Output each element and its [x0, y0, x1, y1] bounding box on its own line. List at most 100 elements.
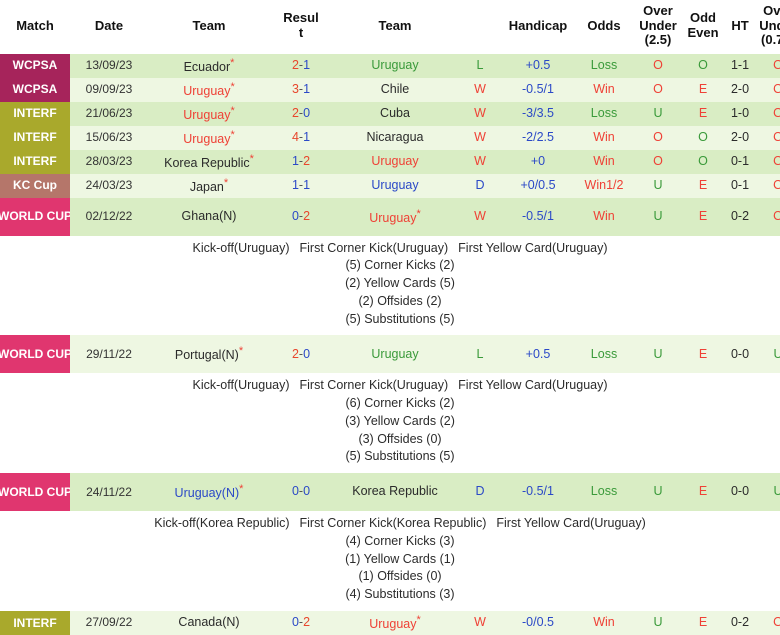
- away-team-cell[interactable]: Uruguay: [332, 173, 458, 198]
- team-name[interactable]: Korea Republic: [164, 156, 249, 170]
- match-history-table: Match Date Team Resul t Team Handicap Od…: [0, 0, 780, 635]
- away-team-cell[interactable]: Korea Republic: [332, 473, 458, 512]
- away-team-cell[interactable]: Nicaragua: [332, 125, 458, 150]
- match-detail-cell: Kick-off(Uruguay) First Corner Kick(Urugu…: [0, 373, 780, 474]
- table-row[interactable]: WCPSA 09/09/23 Uruguay* 3-1 Chile W -0.5/1 Win O…: [0, 77, 780, 102]
- score-cell[interactable]: 0-2: [270, 197, 332, 236]
- table-row[interactable]: INTERF 15/06/23 Uruguay* 4-1 Nicaragua W -2/2.…: [0, 125, 780, 150]
- league-cell[interactable]: WCPSA: [0, 53, 70, 78]
- table-row[interactable]: KC Cup 24/03/23 Japan* 1-1 Uruguay D +0/0.5 Win…: [0, 173, 780, 198]
- odds-result: Win: [574, 610, 634, 635]
- league-badge[interactable]: INTERF: [0, 101, 70, 126]
- team-name[interactable]: Uruguay: [371, 58, 418, 72]
- league-cell[interactable]: WORLD CUP: [0, 335, 70, 374]
- team-name[interactable]: Ecuador: [184, 60, 231, 74]
- home-team-cell[interactable]: Japan*: [148, 173, 270, 198]
- league-badge[interactable]: WORLD CUP: [0, 197, 70, 236]
- league-cell[interactable]: INTERF: [0, 101, 70, 126]
- league-cell[interactable]: WCPSA: [0, 77, 70, 102]
- away-team-cell[interactable]: Uruguay*: [332, 610, 458, 635]
- team-star-marker: *: [249, 152, 254, 165]
- table-row[interactable]: INTERF 27/09/22 Canada(N) 0-2 Uruguay* W -0/0.…: [0, 610, 780, 635]
- league-cell[interactable]: WORLD CUP: [0, 473, 70, 512]
- over-under-075-value: U: [756, 335, 780, 374]
- header-odd-even: Odd Even: [682, 0, 724, 54]
- home-team-cell[interactable]: Uruguay(N)*: [148, 473, 270, 512]
- team-name[interactable]: Cuba: [380, 106, 410, 120]
- table-row[interactable]: INTERF 28/03/23 Korea Republic* 1-2 Uruguay W…: [0, 149, 780, 174]
- home-team-cell[interactable]: Canada(N): [148, 610, 270, 635]
- league-badge[interactable]: KC Cup: [0, 173, 70, 198]
- home-team-cell[interactable]: Uruguay*: [148, 125, 270, 150]
- team-name[interactable]: Uruguay: [371, 347, 418, 361]
- table-row[interactable]: WORLD CUP 02/12/22 Ghana(N) 0-2 Uruguay* W -0.…: [0, 197, 780, 236]
- team-name[interactable]: Uruguay: [183, 132, 230, 146]
- table-row[interactable]: WCPSA 13/09/23 Ecuador* 2-1 Uruguay L +0.5 Loss…: [0, 53, 780, 78]
- home-team-cell[interactable]: Ecuador*: [148, 53, 270, 78]
- team-name[interactable]: Uruguay: [369, 211, 416, 225]
- result-letter: L: [458, 335, 502, 374]
- match-detail-block: Kick-off(Korea Republic) First Corner Kic…: [0, 515, 780, 604]
- team-name[interactable]: Canada(N): [178, 615, 239, 629]
- away-team-cell[interactable]: Chile: [332, 77, 458, 102]
- home-team-cell[interactable]: Ghana(N): [148, 197, 270, 236]
- detail-first-corner: First Corner Kick(Uruguay): [299, 240, 449, 255]
- score-cell[interactable]: 0-0: [270, 473, 332, 512]
- league-cell[interactable]: INTERF: [0, 610, 70, 635]
- away-team-cell[interactable]: Uruguay: [332, 149, 458, 174]
- away-team-cell[interactable]: Cuba: [332, 101, 458, 126]
- team-name[interactable]: Korea Republic: [352, 484, 437, 498]
- team-name[interactable]: Nicaragua: [367, 130, 424, 144]
- league-cell[interactable]: WORLD CUP: [0, 197, 70, 236]
- league-badge[interactable]: INTERF: [0, 125, 70, 150]
- league-badge[interactable]: WORLD CUP: [0, 473, 70, 512]
- home-score: 2: [291, 57, 299, 72]
- team-name[interactable]: Uruguay: [183, 84, 230, 98]
- league-cell[interactable]: INTERF: [0, 125, 70, 150]
- team-name[interactable]: Uruguay: [371, 178, 418, 192]
- team-name[interactable]: Uruguay: [183, 108, 230, 122]
- team-name[interactable]: Japan: [190, 180, 224, 194]
- away-score: 2: [303, 208, 311, 223]
- score-cell[interactable]: 1-2: [270, 149, 332, 174]
- score-cell[interactable]: 4-1: [270, 125, 332, 150]
- score-cell[interactable]: 2-0: [270, 335, 332, 374]
- detail-stat-line: (1) Offsides (0): [358, 569, 442, 584]
- team-name[interactable]: Uruguay: [369, 617, 416, 631]
- away-team-cell[interactable]: Uruguay: [332, 53, 458, 78]
- team-name[interactable]: Portugal(N): [175, 349, 239, 363]
- team-name[interactable]: Chile: [381, 82, 410, 96]
- detail-stat-line: (6) Corner Kicks (2): [345, 396, 455, 411]
- score-cell[interactable]: 2-1: [270, 53, 332, 78]
- away-team-cell[interactable]: Uruguay*: [332, 197, 458, 236]
- table-row[interactable]: INTERF 21/06/23 Uruguay* 2-0 Cuba W -3/3.5 Loss…: [0, 101, 780, 126]
- league-badge[interactable]: WCPSA: [0, 53, 70, 78]
- half-time-score: 1-0: [724, 101, 756, 126]
- home-team-cell[interactable]: Uruguay*: [148, 77, 270, 102]
- league-badge[interactable]: WCPSA: [0, 77, 70, 102]
- score-cell[interactable]: 1-1: [270, 173, 332, 198]
- league-badge[interactable]: INTERF: [0, 610, 70, 635]
- team-name[interactable]: Uruguay: [371, 154, 418, 168]
- league-badge[interactable]: INTERF: [0, 149, 70, 174]
- table-row[interactable]: WORLD CUP 24/11/22 Uruguay(N)* 0-0 Korea Rep…: [0, 473, 780, 512]
- league-cell[interactable]: KC Cup: [0, 173, 70, 198]
- detail-kickoff: Kick-off(Uruguay): [192, 240, 290, 255]
- match-detail-block: Kick-off(Uruguay) First Corner Kick(Urugu…: [0, 240, 780, 329]
- home-team-cell[interactable]: Uruguay*: [148, 101, 270, 126]
- team-name[interactable]: Ghana(N): [182, 209, 237, 223]
- half-time-score: 1-1: [724, 53, 756, 78]
- score-cell[interactable]: 3-1: [270, 77, 332, 102]
- team-name[interactable]: Uruguay(N): [175, 486, 240, 500]
- home-team-cell[interactable]: Portugal(N)*: [148, 335, 270, 374]
- home-score: 2: [291, 346, 299, 361]
- league-cell[interactable]: INTERF: [0, 149, 70, 174]
- half-time-score: 2-0: [724, 125, 756, 150]
- header-ou25-line3: (2.5): [644, 32, 672, 48]
- score-cell[interactable]: 2-0: [270, 101, 332, 126]
- home-team-cell[interactable]: Korea Republic*: [148, 149, 270, 174]
- table-row[interactable]: WORLD CUP 29/11/22 Portugal(N)* 2-0 Uruguay L…: [0, 335, 780, 374]
- away-team-cell[interactable]: Uruguay: [332, 335, 458, 374]
- league-badge[interactable]: WORLD CUP: [0, 335, 70, 374]
- score-cell[interactable]: 0-2: [270, 610, 332, 635]
